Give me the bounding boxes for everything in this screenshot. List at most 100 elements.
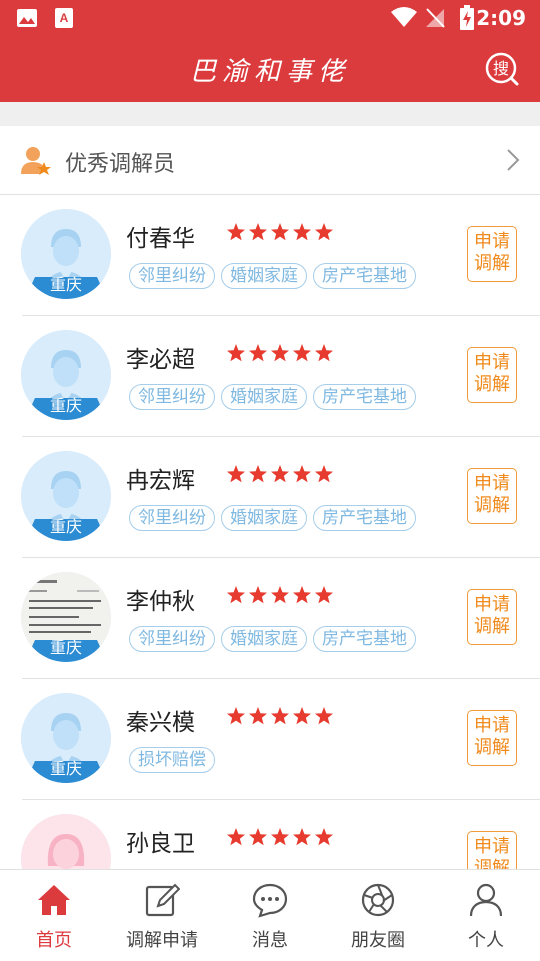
list-item[interactable]: 重庆 秦兴模损坏赔偿 申请 调解 bbox=[0, 679, 540, 800]
apply-mediation-button[interactable]: 申请 调解 bbox=[467, 831, 517, 869]
wifi-icon bbox=[391, 7, 417, 27]
specialty-tag: 邻里纠纷 bbox=[129, 626, 215, 652]
star-icon bbox=[315, 344, 333, 362]
apply-label-line2: 调解 bbox=[474, 616, 510, 637]
specialty-tag: 房产宅基地 bbox=[313, 626, 416, 652]
avatar: 重庆 bbox=[21, 451, 111, 541]
star-icon bbox=[315, 465, 333, 483]
specialty-tags: 邻里纠纷 婚姻家庭 房产宅基地 bbox=[129, 263, 422, 289]
search-icon[interactable]: 搜 bbox=[484, 51, 520, 87]
rating-stars bbox=[226, 706, 336, 726]
specialty-tag: 婚姻家庭 bbox=[221, 626, 307, 652]
star-icon bbox=[293, 344, 311, 362]
female-avatar-illustration bbox=[21, 814, 111, 869]
specialty-tag: 损坏赔偿 bbox=[129, 747, 215, 773]
edit-icon bbox=[145, 883, 180, 917]
tab-label: 个人 bbox=[468, 930, 504, 951]
apply-label-line1: 申请 bbox=[474, 231, 510, 252]
star-icon bbox=[293, 465, 311, 483]
star-user-icon bbox=[21, 147, 51, 175]
star-icon bbox=[293, 223, 311, 241]
specialty-tag: 房产宅基地 bbox=[313, 384, 416, 410]
specialty-tag: 婚姻家庭 bbox=[221, 263, 307, 289]
specialty-tag: 邻里纠纷 bbox=[129, 384, 215, 410]
star-icon bbox=[315, 828, 333, 846]
apply-label-line1: 申请 bbox=[474, 594, 510, 615]
star-icon bbox=[293, 707, 311, 725]
star-icon bbox=[227, 586, 245, 604]
section-header-excellent-mediators[interactable]: 优秀调解员 bbox=[0, 126, 540, 195]
star-icon bbox=[249, 465, 267, 483]
specialty-tags: 损坏赔偿 bbox=[129, 747, 221, 773]
battery-charging-icon bbox=[460, 5, 474, 30]
apply-mediation-button[interactable]: 申请 调解 bbox=[467, 710, 517, 766]
app-notification-icon: A bbox=[55, 8, 73, 28]
spacer bbox=[0, 102, 540, 126]
mediator-name: 付春华 bbox=[126, 226, 195, 252]
apply-label-line2: 调解 bbox=[474, 737, 510, 758]
list-item[interactable]: 重庆 李仲秋邻里纠纷 婚姻家庭 房产宅基地 申请 调解 bbox=[0, 558, 540, 679]
tab-messages[interactable]: 消息 bbox=[216, 870, 324, 961]
region-label: 重庆 bbox=[49, 638, 82, 657]
person-icon bbox=[469, 883, 503, 917]
list-item[interactable]: 重庆 付春华邻里纠纷 婚姻家庭 房产宅基地 申请 调解 bbox=[0, 195, 540, 316]
list-item[interactable]: 重庆 冉宏辉 邻里纠纷 婚姻家庭 房产宅基地 申请 调解 bbox=[0, 437, 540, 558]
home-icon bbox=[38, 885, 70, 915]
page-title: 巴渝和事佬 bbox=[189, 57, 350, 87]
tab-label: 调解申请 bbox=[126, 930, 198, 951]
star-icon bbox=[293, 828, 311, 846]
rating-stars bbox=[226, 343, 336, 363]
star-icon bbox=[293, 586, 311, 604]
mediator-list: 重庆 付春华 邻里纠纷 婚姻家庭 房产宅基地 申请 调解 重庆 李必超 邻里纠纷 婚姻家庭 房产宅基地… bbox=[0, 195, 540, 869]
apply-label-line2: 调解 bbox=[474, 374, 510, 395]
tab-profile[interactable]: 个人 bbox=[432, 870, 540, 961]
status-bar: A 2:09 bbox=[0, 0, 540, 36]
message-icon bbox=[252, 883, 288, 918]
star-icon bbox=[227, 828, 245, 846]
avatar bbox=[21, 814, 111, 869]
tab-home[interactable]: 首页 bbox=[0, 870, 108, 961]
apply-mediation-button[interactable]: 申请 调解 bbox=[467, 589, 517, 645]
rating-stars bbox=[226, 585, 336, 605]
star-icon bbox=[315, 586, 333, 604]
bottom-tab-bar: 首页 调解申请 消息 朋友圈 个人 bbox=[0, 869, 540, 961]
mediator-name: 李必超 bbox=[126, 347, 195, 373]
mediator-name: 李仲秋 bbox=[126, 589, 195, 615]
specialty-tag: 婚姻家庭 bbox=[221, 384, 307, 410]
apply-label-line2: 调解 bbox=[474, 253, 510, 274]
apply-label-line2: 调解 bbox=[474, 495, 510, 516]
star-icon bbox=[315, 707, 333, 725]
tab-label: 首页 bbox=[36, 930, 72, 951]
star-icon bbox=[249, 586, 267, 604]
star-icon bbox=[249, 707, 267, 725]
list-item[interactable]: 孙良卫 申请 调解 bbox=[0, 800, 540, 869]
rating-stars bbox=[226, 827, 336, 847]
tab-mediation-request[interactable]: 调解申请 bbox=[108, 870, 216, 961]
avatar: 重庆 bbox=[21, 209, 111, 299]
apply-mediation-button[interactable]: 申请 调解 bbox=[467, 468, 517, 524]
svg-text:A: A bbox=[60, 11, 69, 25]
star-icon bbox=[227, 223, 245, 241]
apply-mediation-button[interactable]: 申请 调解 bbox=[467, 226, 517, 282]
avatar: 重庆 bbox=[21, 572, 111, 662]
avatar: 重庆 bbox=[21, 693, 111, 783]
specialty-tags: 邻里纠纷 婚姻家庭 房产宅基地 bbox=[129, 626, 422, 652]
star-icon bbox=[271, 344, 289, 362]
chevron-right-icon bbox=[507, 149, 520, 171]
specialty-tag: 房产宅基地 bbox=[313, 263, 416, 289]
region-label: 重庆 bbox=[49, 517, 82, 536]
list-item[interactable]: 重庆 李必超 邻里纠纷 婚姻家庭 房产宅基地 申请 调解 bbox=[0, 316, 540, 437]
star-icon bbox=[315, 223, 333, 241]
star-icon bbox=[271, 707, 289, 725]
tab-moments[interactable]: 朋友圈 bbox=[324, 870, 432, 961]
tab-label: 朋友圈 bbox=[351, 930, 405, 951]
apply-label-line1: 申请 bbox=[474, 352, 510, 373]
rating-stars bbox=[226, 464, 336, 484]
rating-stars bbox=[226, 222, 336, 242]
no-signal-icon bbox=[426, 8, 445, 28]
star-icon bbox=[249, 223, 267, 241]
apply-mediation-button[interactable]: 申请 调解 bbox=[467, 347, 517, 403]
app-bar: 巴渝和事佬 搜 bbox=[0, 36, 540, 102]
mediator-name: 秦兴模 bbox=[126, 710, 195, 736]
specialty-tags: 邻里纠纷 婚姻家庭 房产宅基地 bbox=[129, 505, 422, 531]
